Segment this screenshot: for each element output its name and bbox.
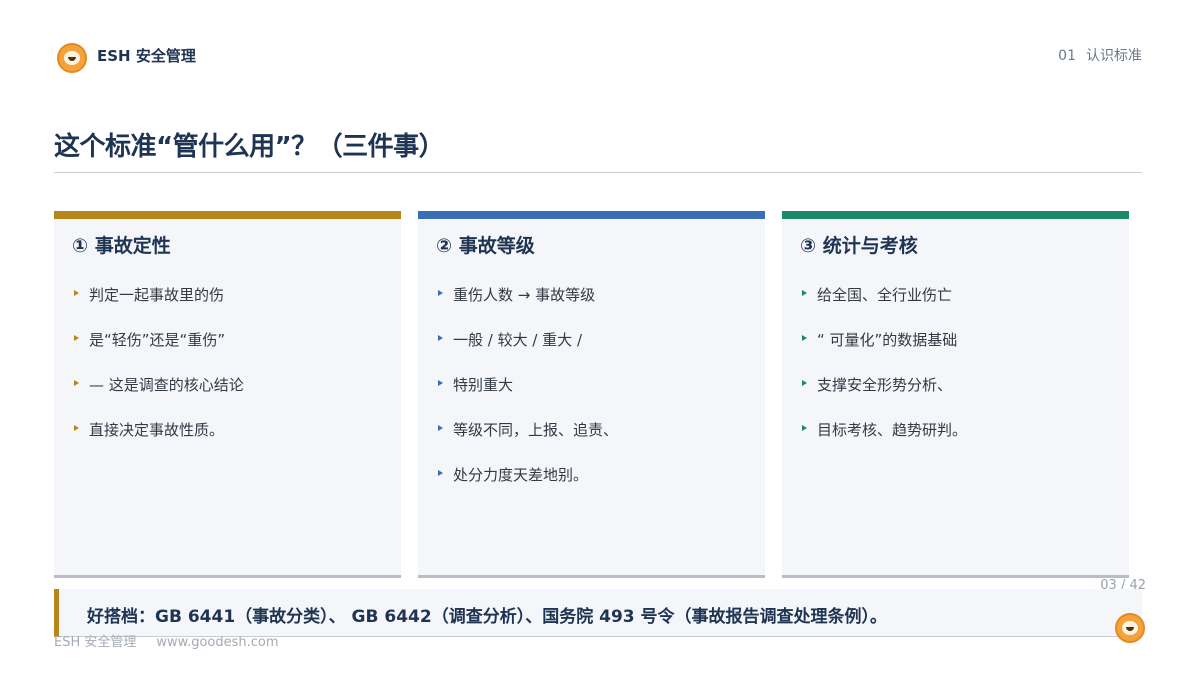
list-item: 直接决定事故性质。 bbox=[72, 419, 392, 464]
card-accent-bar bbox=[418, 211, 765, 219]
tiger-logo-icon bbox=[57, 43, 87, 73]
triangle-bullet-icon bbox=[74, 335, 79, 341]
triangle-bullet-icon bbox=[802, 335, 807, 341]
page-title: 这个标准“管什么用”？（三件事） bbox=[54, 132, 445, 162]
triangle-bullet-icon bbox=[438, 470, 443, 476]
triangle-bullet-icon bbox=[74, 425, 79, 431]
section-label: 认识标准 bbox=[1086, 48, 1142, 64]
list-item: 判定一起事故里的伤 bbox=[72, 284, 392, 329]
card-list: 判定一起事故里的伤 是“轻伤”还是“重伤” — 这是调查的核心结论 直接决定事故… bbox=[72, 284, 392, 464]
list-item: 目标考核、趋势研判。 bbox=[800, 419, 1120, 464]
list-item: 重伤人数 → 事故等级 bbox=[436, 284, 756, 329]
section-number: 01 bbox=[1058, 48, 1076, 64]
list-item: 一般 / 较大 / 重大 / bbox=[436, 329, 756, 374]
footer: ESH 安全管理 www.goodesh.com bbox=[54, 631, 279, 650]
footer-brand: ESH 安全管理 bbox=[54, 635, 137, 650]
card-list: 重伤人数 → 事故等级 一般 / 较大 / 重大 / 特别重大 等级不同，上报、… bbox=[436, 284, 756, 509]
note-text: 好搭档：GB 6441（事故分类）、 GB 6442（调查分析）、国务院 493… bbox=[87, 607, 888, 627]
related-standards-note: 好搭档：GB 6441（事故分类）、 GB 6442（调查分析）、国务院 493… bbox=[54, 589, 1142, 637]
list-item: 处分力度天差地别。 bbox=[436, 464, 756, 509]
triangle-bullet-icon bbox=[74, 380, 79, 386]
card-title: ③ 统计与考核 bbox=[800, 235, 918, 257]
list-item: 是“轻伤”还是“重伤” bbox=[72, 329, 392, 374]
triangle-bullet-icon bbox=[438, 425, 443, 431]
triangle-bullet-icon bbox=[802, 290, 807, 296]
tiger-logo-icon bbox=[1115, 613, 1145, 643]
section-indicator: 01 认识标准 bbox=[1058, 45, 1142, 65]
triangle-bullet-icon bbox=[74, 290, 79, 296]
card-title: ② 事故等级 bbox=[436, 235, 535, 257]
list-item: 给全国、全行业伤亡 bbox=[800, 284, 1120, 329]
list-item: 支撑安全形势分析、 bbox=[800, 374, 1120, 419]
card-title: ① 事故定性 bbox=[72, 235, 171, 257]
card-incident-nature: ① 事故定性 判定一起事故里的伤 是“轻伤”还是“重伤” — 这是调查的核心结论… bbox=[54, 211, 401, 578]
footer-url: www.goodesh.com bbox=[156, 635, 279, 650]
list-item: — 这是调查的核心结论 bbox=[72, 374, 392, 419]
list-item: 等级不同，上报、追责、 bbox=[436, 419, 756, 464]
card-accent-bar bbox=[54, 211, 401, 219]
list-item: “ 可量化”的数据基础 bbox=[800, 329, 1120, 374]
card-statistics-assessment: ③ 统计与考核 给全国、全行业伤亡 “ 可量化”的数据基础 支撑安全形势分析、 … bbox=[782, 211, 1129, 578]
triangle-bullet-icon bbox=[438, 380, 443, 386]
triangle-bullet-icon bbox=[438, 335, 443, 341]
triangle-bullet-icon bbox=[802, 380, 807, 386]
card-list: 给全国、全行业伤亡 “ 可量化”的数据基础 支撑安全形势分析、 目标考核、趋势研… bbox=[800, 284, 1120, 464]
list-item: 特别重大 bbox=[436, 374, 756, 419]
card-accent-bar bbox=[782, 211, 1129, 219]
triangle-bullet-icon bbox=[802, 425, 807, 431]
card-incident-level: ② 事故等级 重伤人数 → 事故等级 一般 / 较大 / 重大 / 特别重大 等… bbox=[418, 211, 765, 578]
title-divider bbox=[54, 172, 1142, 173]
brand-name: ESH 安全管理 bbox=[97, 47, 196, 65]
triangle-bullet-icon bbox=[438, 290, 443, 296]
